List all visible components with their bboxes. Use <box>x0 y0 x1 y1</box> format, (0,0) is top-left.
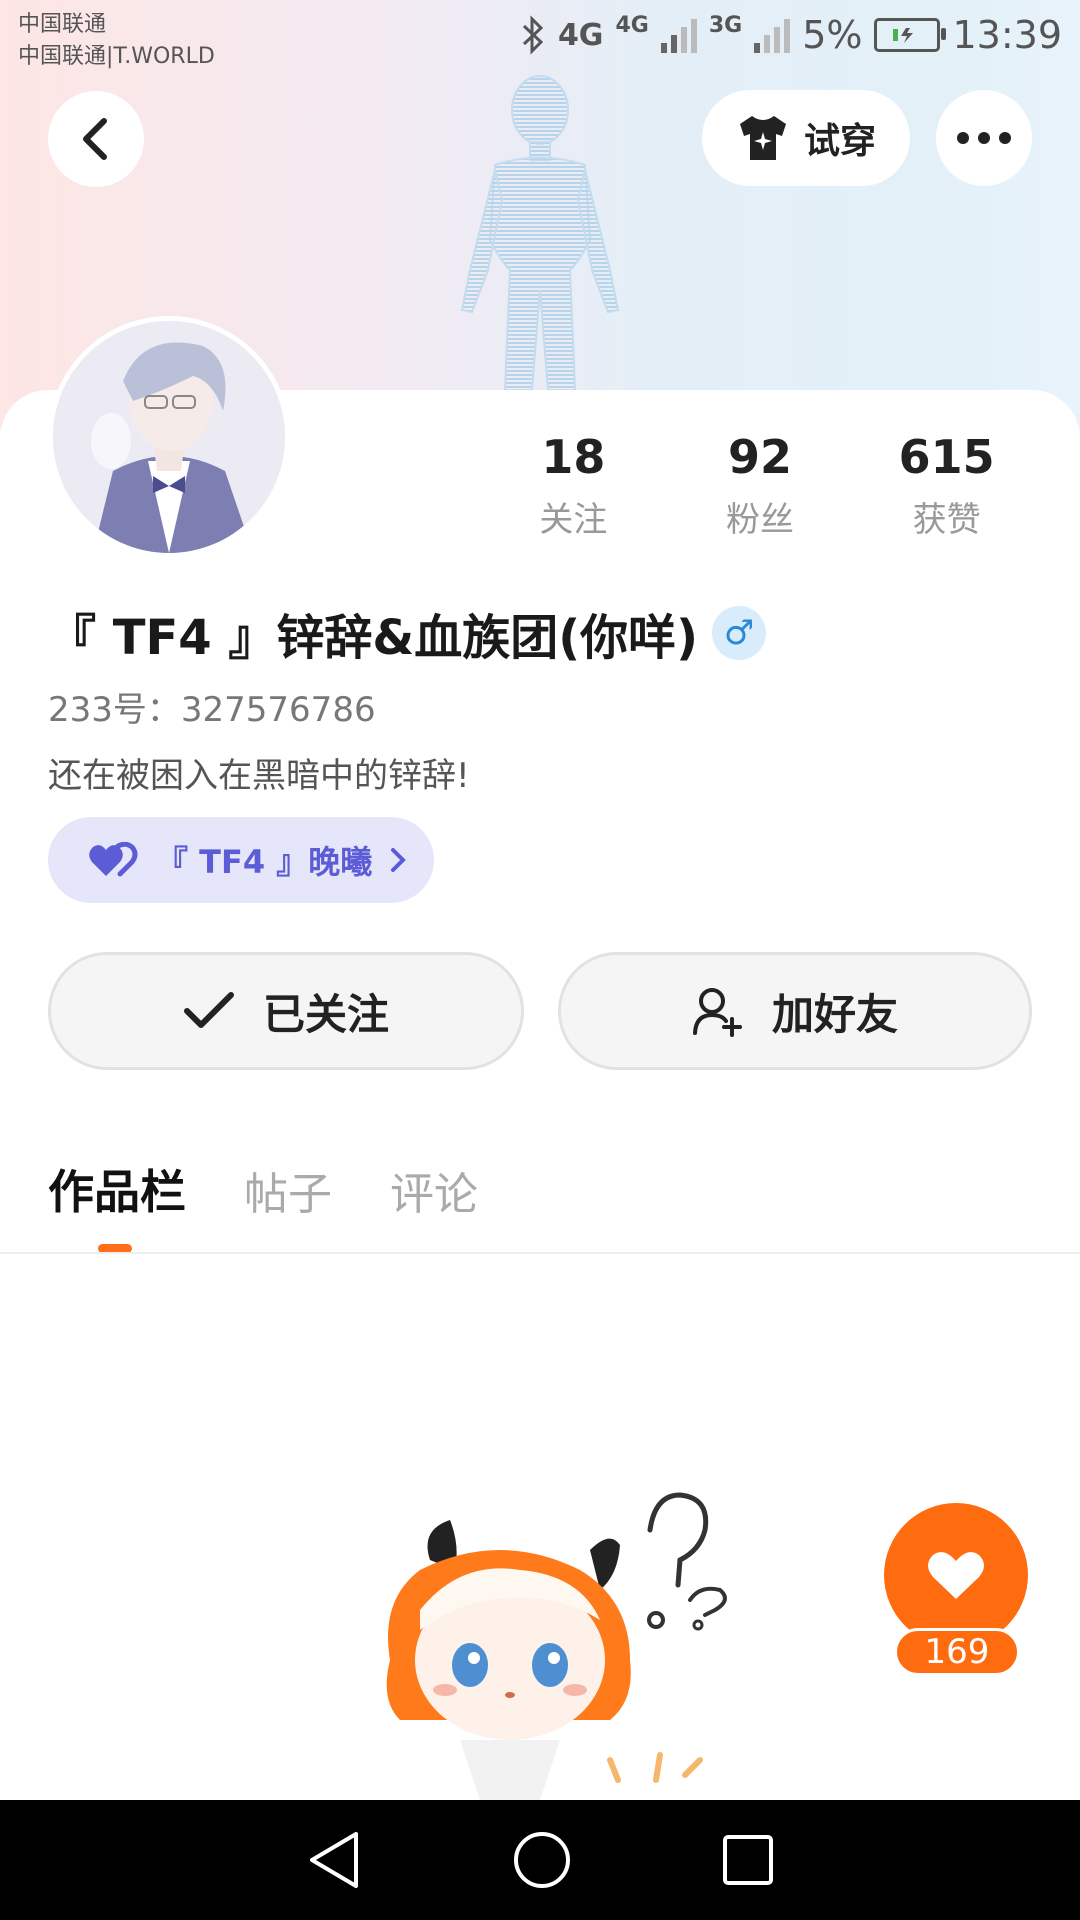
status-bar: 中国联通 中国联通|T.WORLD 4G 4G 3G 5% 13:39 <box>0 0 1080 75</box>
double-heart-icon <box>89 842 138 877</box>
user-avatar[interactable] <box>48 316 290 558</box>
try-on-label: 试穿 <box>803 121 876 162</box>
avatar-portrait-image <box>53 321 285 553</box>
status-icons: 4G 4G 3G 5% 13:39 <box>520 10 1062 60</box>
bluetooth-icon <box>522 15 544 55</box>
stat-label: 关注 <box>539 500 608 540</box>
network-type-2: 4G <box>615 12 649 38</box>
more-options-button[interactable] <box>936 90 1032 186</box>
nav-recents-icon[interactable] <box>722 1834 774 1886</box>
stat-fans[interactable]: 92 粉丝 <box>667 430 854 541</box>
network-type-1: 4G <box>557 17 604 53</box>
signal-strength-icon <box>660 17 697 53</box>
signal-strength-icon-2 <box>754 17 791 53</box>
nav-back-icon[interactable] <box>306 1830 362 1890</box>
stat-value: 92 <box>728 430 793 484</box>
stat-label: 获赞 <box>912 500 981 540</box>
stat-label: 粉丝 <box>726 500 794 540</box>
avatar-hologram-figure <box>460 75 620 390</box>
tab-comments[interactable]: 评论 <box>390 1158 478 1222</box>
nav-home-icon[interactable] <box>512 1830 572 1890</box>
try-on-button[interactable]: 试穿 <box>702 90 910 186</box>
like-count-badge: 169 <box>894 1628 1020 1676</box>
user-bio: 还在被困入在黑暗中的锌辞! <box>48 756 470 796</box>
add-friend-button[interactable]: 加好友 <box>558 952 1032 1070</box>
battery-percent: 5% <box>802 13 863 57</box>
followed-label: 已关注 <box>262 989 389 1039</box>
chevron-right-icon <box>391 848 407 872</box>
tabs-divider <box>0 1252 1080 1254</box>
followed-button[interactable]: 已关注 <box>48 952 524 1070</box>
carrier-secondary: 中国联通|T.WORLD <box>18 44 215 69</box>
stat-value: 615 <box>898 430 995 484</box>
chevron-left-icon <box>83 118 107 160</box>
heart-icon <box>928 1552 984 1599</box>
user-id: 233号：327576786 <box>48 690 376 730</box>
tab-works[interactable]: 作品栏 <box>48 1156 186 1222</box>
carrier-primary: 中国联通 <box>18 12 107 37</box>
like-button[interactable] <box>884 1503 1028 1647</box>
stat-value: 18 <box>541 430 606 484</box>
guild-label: 『 TF4 』晚曦 <box>156 843 373 881</box>
back-button[interactable] <box>48 91 144 187</box>
male-gender-icon: ♂ <box>712 606 767 660</box>
system-navigation-bar <box>0 1800 1080 1920</box>
empty-state-mascot-illustration <box>386 1492 727 1800</box>
profile-tabs: 作品栏 帖子 评论 <box>48 1156 478 1222</box>
tab-posts[interactable]: 帖子 <box>244 1158 332 1222</box>
shirt-icon <box>739 116 786 160</box>
username-row: 『 TF4 』锌辞&血族团(你咩) ♂ <box>48 598 767 668</box>
stat-following[interactable]: 18 关注 <box>480 430 667 541</box>
clock: 13:39 <box>952 13 1062 57</box>
network-type-3: 3G <box>708 12 743 38</box>
guild-badge-button[interactable]: 『 TF4 』晚曦 <box>48 817 434 903</box>
profile-stats: 18 关注 92 粉丝 615 获赞 <box>480 430 1040 541</box>
battery-charging-icon <box>874 18 947 52</box>
add-user-icon <box>692 988 742 1037</box>
stat-likes[interactable]: 615 获赞 <box>853 430 1040 541</box>
username: 『 TF4 』锌辞&血族团(你咩) <box>48 610 699 666</box>
more-dots-icon <box>957 132 1011 144</box>
add-friend-label: 加好友 <box>771 989 898 1039</box>
checkmark-icon <box>183 992 234 1028</box>
